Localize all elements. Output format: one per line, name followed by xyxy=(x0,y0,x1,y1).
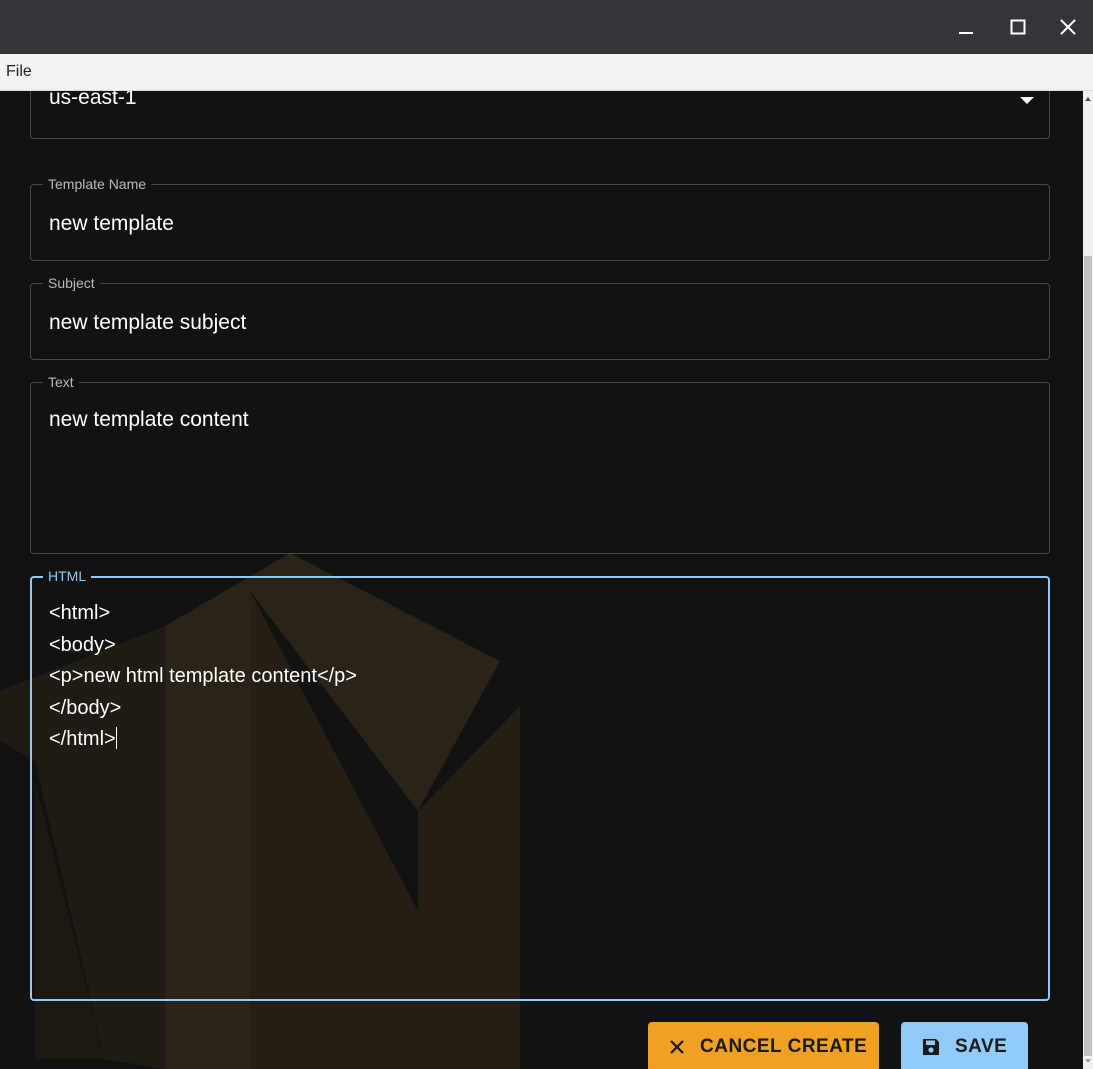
text-label: Text xyxy=(43,374,79,390)
scroll-up-icon[interactable] xyxy=(1085,97,1091,101)
html-line-last: </html> xyxy=(49,724,357,756)
subject-value: new template subject xyxy=(49,311,247,334)
minimize-button[interactable] xyxy=(941,0,991,54)
html-editor-content[interactable]: <html> <body> <p>new html template conte… xyxy=(49,598,357,756)
vertical-scrollbar[interactable] xyxy=(1083,91,1093,1069)
template-name-label: Template Name xyxy=(43,176,152,192)
minimize-icon xyxy=(959,32,973,34)
close-icon xyxy=(668,1038,686,1056)
cancel-create-label: CANCEL CREATE xyxy=(700,1036,868,1057)
text-value: new template content xyxy=(49,408,249,431)
region-value: us-east-1 xyxy=(49,91,137,109)
html-line: <html> xyxy=(49,602,111,624)
html-label: HTML xyxy=(43,568,92,584)
html-line-text: </html> xyxy=(49,728,116,750)
text-field[interactable]: Text new template content xyxy=(30,374,1050,554)
template-name-value: new template xyxy=(49,212,174,235)
text-caret xyxy=(115,727,117,749)
save-icon xyxy=(921,1037,941,1057)
scrollbar-thumb[interactable] xyxy=(1084,256,1092,1056)
scroll-down-icon[interactable] xyxy=(1085,1059,1091,1063)
maximize-button[interactable] xyxy=(993,0,1043,54)
menu-bar: File xyxy=(0,54,1093,91)
subject-label: Subject xyxy=(43,275,100,291)
save-label: SAVE xyxy=(955,1036,1008,1057)
html-field[interactable]: HTML <html> <body> <p>new html template … xyxy=(30,568,1050,1001)
html-line: <body> xyxy=(49,633,116,656)
form-panel: us-east-1 Template Name new template Sub… xyxy=(0,91,1083,1069)
template-name-field[interactable]: Template Name new template xyxy=(30,176,1050,261)
html-line: <p>new html template content</p> xyxy=(49,665,357,687)
maximize-icon xyxy=(1010,19,1026,35)
save-button[interactable]: SAVE xyxy=(901,1022,1028,1069)
cancel-create-button[interactable]: CANCEL CREATE xyxy=(648,1022,879,1069)
html-line: </body> xyxy=(49,696,122,719)
menu-file[interactable]: File xyxy=(6,63,32,81)
title-bar xyxy=(0,0,1093,54)
region-select[interactable]: us-east-1 xyxy=(30,91,1050,139)
close-window-button[interactable] xyxy=(1043,0,1093,54)
subject-field[interactable]: Subject new template subject xyxy=(30,275,1050,360)
arrow-drop-down-icon xyxy=(1020,97,1034,104)
close-icon xyxy=(1060,19,1076,35)
